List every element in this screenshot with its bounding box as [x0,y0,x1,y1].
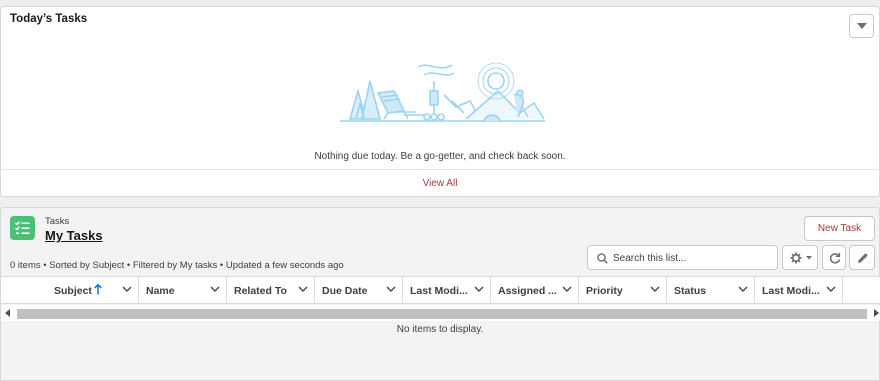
column-label: Assigned ... [498,285,557,297]
column-header-assigned[interactable]: Assigned ... [491,277,579,304]
sort-ascending-icon [94,284,102,295]
table-header: Subject Name Related To Due Date Last Mo… [1,276,880,304]
view-all-link[interactable]: View All [423,178,458,189]
card-menu-button[interactable] [849,14,874,38]
search-icon [597,253,608,264]
chevron-down-icon[interactable] [298,286,308,292]
scrollbar-thumb[interactable] [17,309,867,319]
task-list-icon [10,216,35,240]
chevron-down-icon[interactable] [738,286,748,292]
scroll-right-arrow-icon[interactable] [873,309,879,317]
column-label: Name [146,285,175,297]
chevron-down-icon [806,256,812,260]
horizontal-scrollbar[interactable] [1,305,880,321]
chevron-down-icon[interactable] [474,286,484,292]
no-items-message: No items to display. [396,324,484,335]
inline-edit-button[interactable] [849,245,875,270]
refresh-button[interactable] [822,245,846,270]
card-footer: View All [1,169,879,197]
column-header-status[interactable]: Status [667,277,755,304]
search-box[interactable] [587,245,778,270]
object-label: Tasks [45,216,70,227]
chevron-down-icon[interactable] [122,286,132,292]
chevron-down-icon[interactable] [650,286,660,292]
pencil-icon [858,253,868,263]
empty-state-message: Nothing due today. Be a go-getter, and c… [314,151,566,162]
column-label: Last Modi... [762,285,820,297]
chevron-down-icon[interactable] [386,286,396,292]
column-header-subject[interactable]: Subject [1,277,139,304]
my-tasks-list-view: Tasks My Tasks New Task 0 items • Sorted… [0,207,880,381]
chevron-down-icon [857,23,867,29]
list-view-meta: 0 items • Sorted by Subject • Filtered b… [10,260,344,271]
column-label: Status [674,285,707,297]
column-header-related-to[interactable]: Related To [227,277,315,304]
card-title: Today’s Tasks [10,13,88,25]
scroll-left-arrow-icon[interactable] [5,309,11,317]
chevron-down-icon[interactable] [210,286,220,292]
gear-icon [790,252,802,264]
todays-tasks-card: Today’s Tasks Nothing due today. Be a go… [0,6,880,197]
search-input[interactable] [613,250,773,266]
column-header-due-date[interactable]: Due Date [315,277,403,304]
column-header-priority[interactable]: Priority [579,277,667,304]
column-label: Priority [586,285,623,297]
chevron-down-icon[interactable] [826,286,836,292]
column-label: Last Modi... [410,285,468,297]
chevron-down-icon[interactable] [562,286,572,292]
empty-state-illustration-icon [340,62,545,122]
column-label: Related To [234,285,287,297]
list-view-title[interactable]: My Tasks [45,228,103,243]
column-label: Due Date [322,285,368,297]
list-settings-button[interactable] [782,245,818,270]
column-label: Subject [54,285,92,297]
column-header-last-modified[interactable]: Last Modi... [403,277,491,304]
column-header-last-modified-2[interactable]: Last Modi... [755,277,843,304]
new-task-button[interactable]: New Task [804,216,875,241]
column-header-name[interactable]: Name [139,277,227,304]
refresh-icon [829,252,841,264]
